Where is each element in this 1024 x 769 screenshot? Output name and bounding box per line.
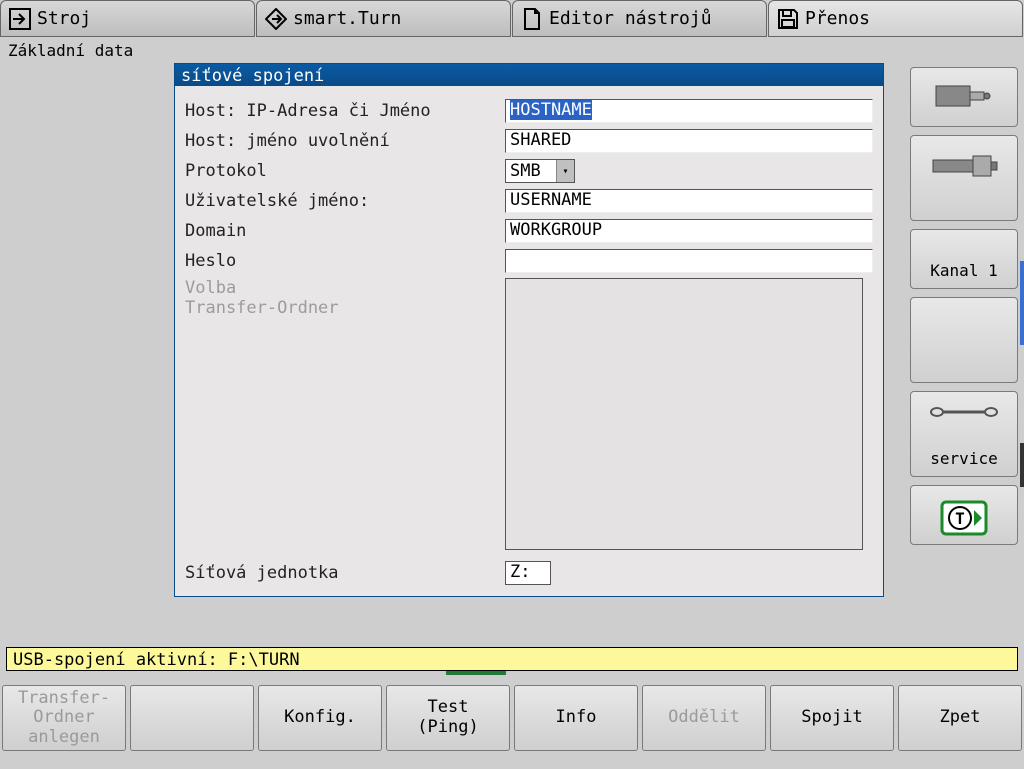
- info-button[interactable]: Info: [514, 685, 638, 751]
- bottom-softkeys: Transfer- Ordner anlegen Konfig. Test (P…: [2, 685, 1022, 751]
- arrow-right-box-icon: [9, 8, 31, 30]
- domain-input[interactable]: WORKGROUP: [505, 219, 873, 243]
- service-label: service: [930, 449, 997, 468]
- lathe-icon: [911, 78, 1017, 112]
- spindle-icon: [911, 146, 1017, 186]
- tab-editor-nastroju[interactable]: Editor nástrojů: [512, 0, 767, 37]
- drive-input[interactable]: Z:: [505, 561, 551, 585]
- host-share-input[interactable]: SHARED: [505, 129, 873, 153]
- domain-label: Domain: [185, 221, 505, 241]
- dialog-title: síťové spojení: [175, 64, 883, 86]
- oddelit-button[interactable]: Oddělit: [642, 685, 766, 751]
- main-area: síťové spojení Host: IP-Adresa či Jméno …: [0, 63, 1024, 643]
- lathe-button[interactable]: [910, 67, 1018, 127]
- tab-label: smart.Turn: [293, 8, 401, 29]
- svg-text:T: T: [955, 509, 965, 528]
- spindle-button[interactable]: [910, 135, 1018, 221]
- transfer-ordner-anlegen-button[interactable]: Transfer- Ordner anlegen: [2, 685, 126, 751]
- scroll-indicator-dark: [1020, 443, 1024, 487]
- top-tabs: Stroj smart.Turn Editor nástrojů Přenos: [0, 0, 1024, 37]
- document-fold-icon: [521, 8, 543, 30]
- wrench-icon: [911, 402, 1017, 422]
- protocol-select[interactable]: SMB ▾: [505, 159, 575, 183]
- empty-button[interactable]: [910, 297, 1018, 383]
- spojit-button[interactable]: Spojit: [770, 685, 894, 751]
- dropdown-arrow-icon[interactable]: ▾: [556, 160, 574, 182]
- subtitle: Základní data: [0, 37, 1024, 63]
- tab-label: Stroj: [37, 8, 91, 29]
- status-underline: [6, 671, 1018, 675]
- diamond-arrow-icon: [265, 8, 287, 30]
- network-connection-dialog: síťové spojení Host: IP-Adresa či Jméno …: [174, 63, 884, 597]
- scroll-indicator: [1020, 261, 1024, 345]
- kanal-button[interactable]: Kanal 1: [910, 229, 1018, 289]
- tab-prenos[interactable]: Přenos: [768, 0, 1023, 37]
- protocol-value: SMB: [506, 161, 556, 181]
- username-label: Uživatelské jméno:: [185, 191, 505, 211]
- drive-label: Síťová jednotka: [185, 563, 505, 583]
- option-label: Volba Transfer-Ordner: [185, 276, 505, 318]
- floppy-disk-icon: [777, 8, 799, 30]
- host-ip-input[interactable]: HOSTNAME: [505, 99, 873, 123]
- tab-label: Editor nástrojů: [549, 8, 712, 29]
- username-input[interactable]: USERNAME: [505, 189, 873, 213]
- service-button[interactable]: service: [910, 391, 1018, 477]
- right-panel: Kanal 1 service T: [906, 63, 1024, 643]
- host-ip-label: Host: IP-Adresa či Jméno: [185, 101, 505, 121]
- dialog-body: Host: IP-Adresa či Jméno HOSTNAME Host: …: [175, 86, 883, 596]
- kanal-label: Kanal 1: [930, 261, 997, 280]
- tab-label: Přenos: [805, 8, 870, 29]
- host-share-label: Host: jméno uvolnění: [185, 131, 505, 151]
- zpet-button[interactable]: Zpet: [898, 685, 1022, 751]
- content: síťové spojení Host: IP-Adresa či Jméno …: [0, 63, 906, 643]
- tab-stroj[interactable]: Stroj: [0, 0, 255, 37]
- test-ping-button[interactable]: Test (Ping): [386, 685, 510, 751]
- transfer-folder-box: [505, 278, 863, 550]
- status-bar: USB-spojení aktivní: F:\TURN: [6, 647, 1018, 671]
- empty-softkey-1[interactable]: [130, 685, 254, 751]
- protocol-label: Protokol: [185, 161, 505, 181]
- tab-smart-turn[interactable]: smart.Turn: [256, 0, 511, 37]
- konfig-button[interactable]: Konfig.: [258, 685, 382, 751]
- t-circle-icon: T: [911, 500, 1017, 536]
- t-button[interactable]: T: [910, 485, 1018, 545]
- password-label: Heslo: [185, 251, 505, 271]
- password-input[interactable]: [505, 249, 873, 273]
